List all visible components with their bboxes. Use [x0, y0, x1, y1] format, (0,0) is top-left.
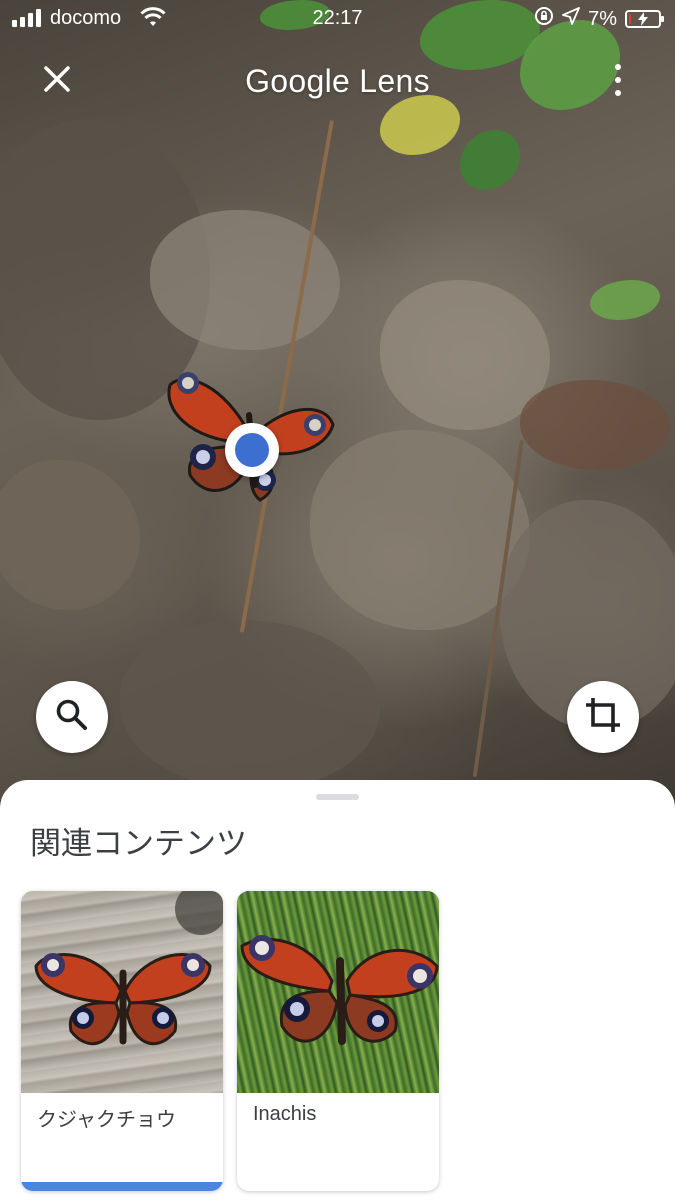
location-arrow-icon — [562, 7, 580, 31]
result-thumbnail — [237, 891, 439, 1093]
rock — [520, 380, 670, 470]
more-vert-icon[interactable] — [611, 64, 625, 96]
focus-point-dot[interactable] — [225, 423, 279, 477]
camera-viewfinder[interactable]: docomo 22:17 7% Google Lens — [0, 0, 675, 800]
search-button[interactable] — [36, 681, 108, 753]
rock — [120, 620, 380, 790]
results-sheet[interactable]: 関連コンテンツ クジャクチョウ Inachis — [0, 780, 675, 1200]
sheet-drag-handle[interactable] — [316, 794, 359, 800]
app-title: Google Lens — [245, 63, 430, 99]
battery-icon — [625, 10, 664, 28]
selected-indicator-bar — [21, 1182, 223, 1191]
result-label: クジャクチョウ — [37, 1107, 176, 1131]
battery-percent: 7% — [588, 7, 617, 30]
crop-icon — [584, 696, 622, 739]
result-thumbnail — [21, 891, 223, 1093]
status-bar: docomo 22:17 7% — [0, 0, 675, 36]
leaf — [590, 280, 660, 320]
result-label: Inachis — [253, 1103, 317, 1125]
crop-button[interactable] — [567, 681, 639, 753]
orientation-lock-icon — [534, 6, 554, 32]
leaf — [460, 130, 520, 190]
section-title: 関連コンテンツ — [30, 826, 247, 862]
leaf — [380, 95, 460, 155]
search-icon — [54, 697, 90, 738]
rock — [0, 460, 140, 610]
result-card[interactable]: Inachis — [237, 891, 439, 1191]
result-card[interactable]: クジャクチョウ — [21, 891, 223, 1191]
